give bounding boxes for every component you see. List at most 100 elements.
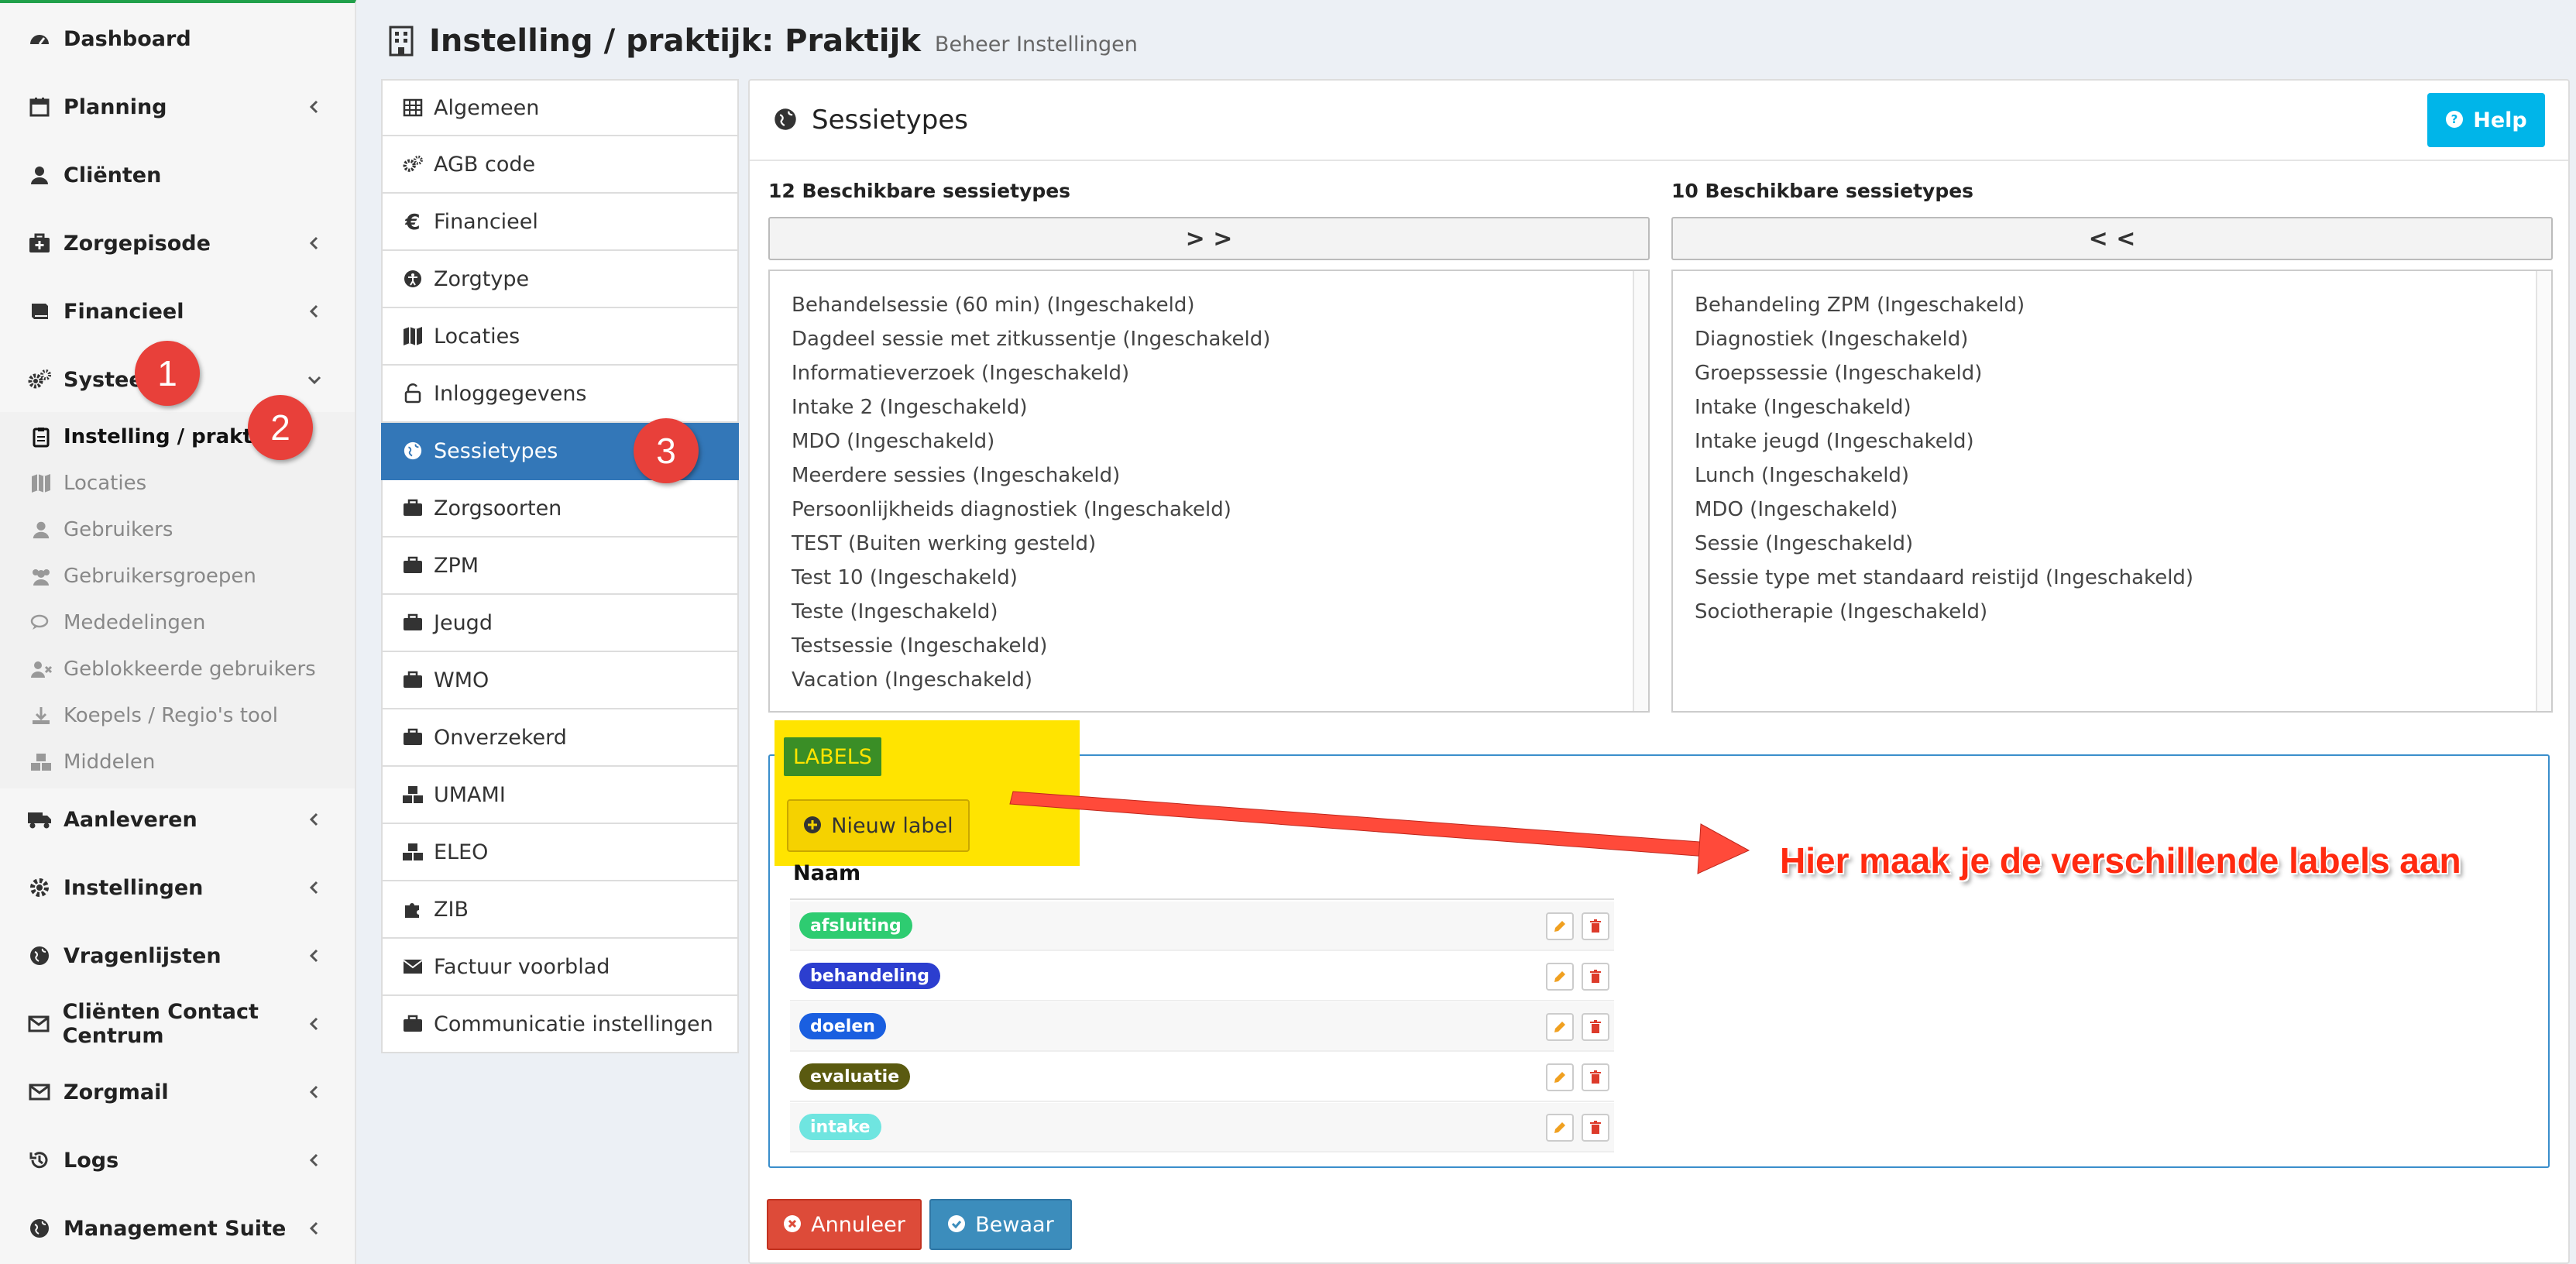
step-badge-2: 2 [248, 395, 313, 460]
settings-nav-agb-code[interactable]: AGB code [381, 136, 739, 194]
chevron-left-icon [304, 1149, 325, 1171]
settings-nav-zorgsoorten[interactable]: Zorgsoorten [381, 480, 739, 538]
cubes-icon [401, 783, 424, 806]
map-icon [29, 472, 53, 495]
globe-icon [401, 439, 424, 462]
settings-nav-factuur-voorblad[interactable]: Factuur voorblad [381, 939, 739, 996]
sidebar-item-clienten[interactable]: Cliënten [0, 141, 355, 209]
chevron-left-icon [304, 96, 325, 118]
chevron-left-icon [304, 945, 325, 967]
sidebar-subitem-middelen[interactable]: Middelen [0, 739, 355, 785]
settings-nav: Algemeen AGB code € Financieel Zorgtype L… [381, 79, 739, 1053]
sidebar-item-instellingen[interactable]: Instellingen [0, 854, 355, 922]
universal-access-icon [401, 267, 424, 290]
save-label: Bewaar [975, 1212, 1054, 1237]
briefcase-icon [401, 611, 424, 634]
delete-button[interactable] [1582, 1114, 1609, 1142]
settings-nav-label: Locaties [434, 324, 520, 349]
sidebar-item-zorgmail[interactable]: Zorgmail [0, 1058, 355, 1126]
settings-nav-jeugd[interactable]: Jeugd [381, 595, 739, 652]
settings-nav-eleo[interactable]: ELEO [381, 824, 739, 881]
delete-button[interactable] [1582, 912, 1609, 940]
sidebar-item-dashboard[interactable]: Dashboard [0, 5, 355, 73]
settings-nav-zib[interactable]: ZIB [381, 881, 739, 939]
delete-button[interactable] [1582, 963, 1609, 991]
settings-nav-label: ZPM [434, 553, 479, 578]
settings-nav-onverzekerd[interactable]: Onverzekerd [381, 709, 739, 767]
sidebar-item-label: Instellingen [64, 875, 204, 900]
settings-nav-label: ELEO [434, 840, 489, 864]
settings-nav-label: ZIB [434, 897, 469, 922]
label-pill: behandeling [799, 963, 940, 989]
clipboard-icon [29, 425, 53, 448]
chevron-left-icon [304, 301, 325, 322]
pencil-icon [1554, 921, 1565, 932]
sidebar-subitem-geblokkeerde-gebruikers[interactable]: Geblokkeerde gebruikers [0, 646, 355, 692]
settings-nav-label: WMO [434, 668, 489, 692]
sidebar-subitem-label: Koepels / Regio's tool [64, 704, 278, 727]
globe-icon [26, 943, 53, 969]
sidebar-item-label: Planning [64, 94, 167, 119]
chevron-left-icon [304, 232, 325, 254]
label-pill: doelen [799, 1013, 886, 1039]
settings-nav-communicatie-instellingen[interactable]: Communicatie instellingen [381, 996, 739, 1053]
settings-nav-umami[interactable]: UMAMI [381, 767, 739, 824]
edit-button[interactable] [1546, 1114, 1574, 1142]
save-button[interactable]: Bewaar [929, 1199, 1072, 1250]
pencil-icon [1554, 971, 1565, 982]
sidebar-item-aanleveren[interactable]: Aanleveren [0, 785, 355, 854]
sidebar-item-management-suite[interactable]: Management Suite [0, 1194, 355, 1262]
sidebar-subitem-label: Mededelingen [64, 611, 206, 634]
sidebar-subitem-locaties[interactable]: Locaties [0, 460, 355, 507]
sidebar-item-financieel[interactable]: Financieel [0, 277, 355, 345]
trash-icon [1590, 1070, 1601, 1084]
settings-nav-inloggegevens[interactable]: Inloggegevens [381, 366, 739, 423]
sidebar-subitem-gebruikersgroepen[interactable]: Gebruikersgroepen [0, 553, 355, 599]
sidebar-item-logs[interactable]: Logs [0, 1126, 355, 1194]
truck-icon [26, 806, 53, 833]
delete-button[interactable] [1582, 1013, 1609, 1041]
times-circle-icon [783, 1214, 803, 1235]
edit-button[interactable] [1546, 912, 1574, 940]
settings-nav-label: Factuur voorblad [434, 954, 610, 979]
edit-button[interactable] [1546, 963, 1574, 991]
settings-nav-wmo[interactable]: WMO [381, 652, 739, 709]
sidebar-item-vragenlijsten[interactable]: Vragenlijsten [0, 922, 355, 990]
chevron-left-icon [304, 1081, 325, 1103]
sidebar-item-planning[interactable]: Planning [0, 73, 355, 141]
delete-button[interactable] [1582, 1063, 1609, 1091]
sessietypes-panel: Sessietypes ? Help 12 Beschikbare sessie… [748, 79, 2570, 1264]
sidebar-subitem-koepels[interactable]: Koepels / Regio's tool [0, 692, 355, 739]
edit-button[interactable] [1546, 1063, 1574, 1091]
user-times-icon [29, 658, 53, 681]
settings-nav-algemeen[interactable]: Algemeen [381, 79, 739, 136]
euro-icon: € [405, 208, 421, 235]
globe-icon [26, 1215, 53, 1242]
settings-nav-locaties[interactable]: Locaties [381, 308, 739, 366]
calendar-icon [26, 94, 53, 120]
cancel-button[interactable]: Annuleer [767, 1199, 922, 1250]
table-row: evaluatie [790, 1053, 1614, 1102]
pencil-icon [1554, 1022, 1565, 1032]
table-icon [401, 96, 424, 119]
settings-nav-zorgtype[interactable]: Zorgtype [381, 251, 739, 308]
user-icon [26, 162, 53, 188]
sidebar-subitem-mededelingen[interactable]: Mededelingen [0, 599, 355, 646]
settings-nav-zpm[interactable]: ZPM [381, 538, 739, 595]
edit-button[interactable] [1546, 1013, 1574, 1041]
settings-nav-financieel[interactable]: € Financieel [381, 194, 739, 251]
sidebar-item-label: Zorgmail [64, 1080, 169, 1104]
settings-nav-label: Jeugd [434, 610, 493, 635]
sidebar-subitem-gebruikers[interactable]: Gebruikers [0, 507, 355, 553]
map-icon [401, 325, 424, 348]
cogs-icon [26, 366, 53, 393]
settings-nav-label: UMAMI [434, 782, 506, 807]
sidebar-item-label: Logs [64, 1148, 119, 1173]
annotation-text: Hier maak je de verschillende labels aan [1780, 840, 2461, 881]
chevron-left-icon [304, 809, 325, 830]
sidebar-item-clienten-contact-centrum[interactable]: Cliënten Contact Centrum [0, 990, 355, 1058]
sidebar-item-zorgepisode[interactable]: Zorgepisode [0, 209, 355, 277]
table-row: behandeling [790, 952, 1614, 1001]
users-icon [29, 565, 53, 588]
briefcase-icon [401, 668, 424, 692]
